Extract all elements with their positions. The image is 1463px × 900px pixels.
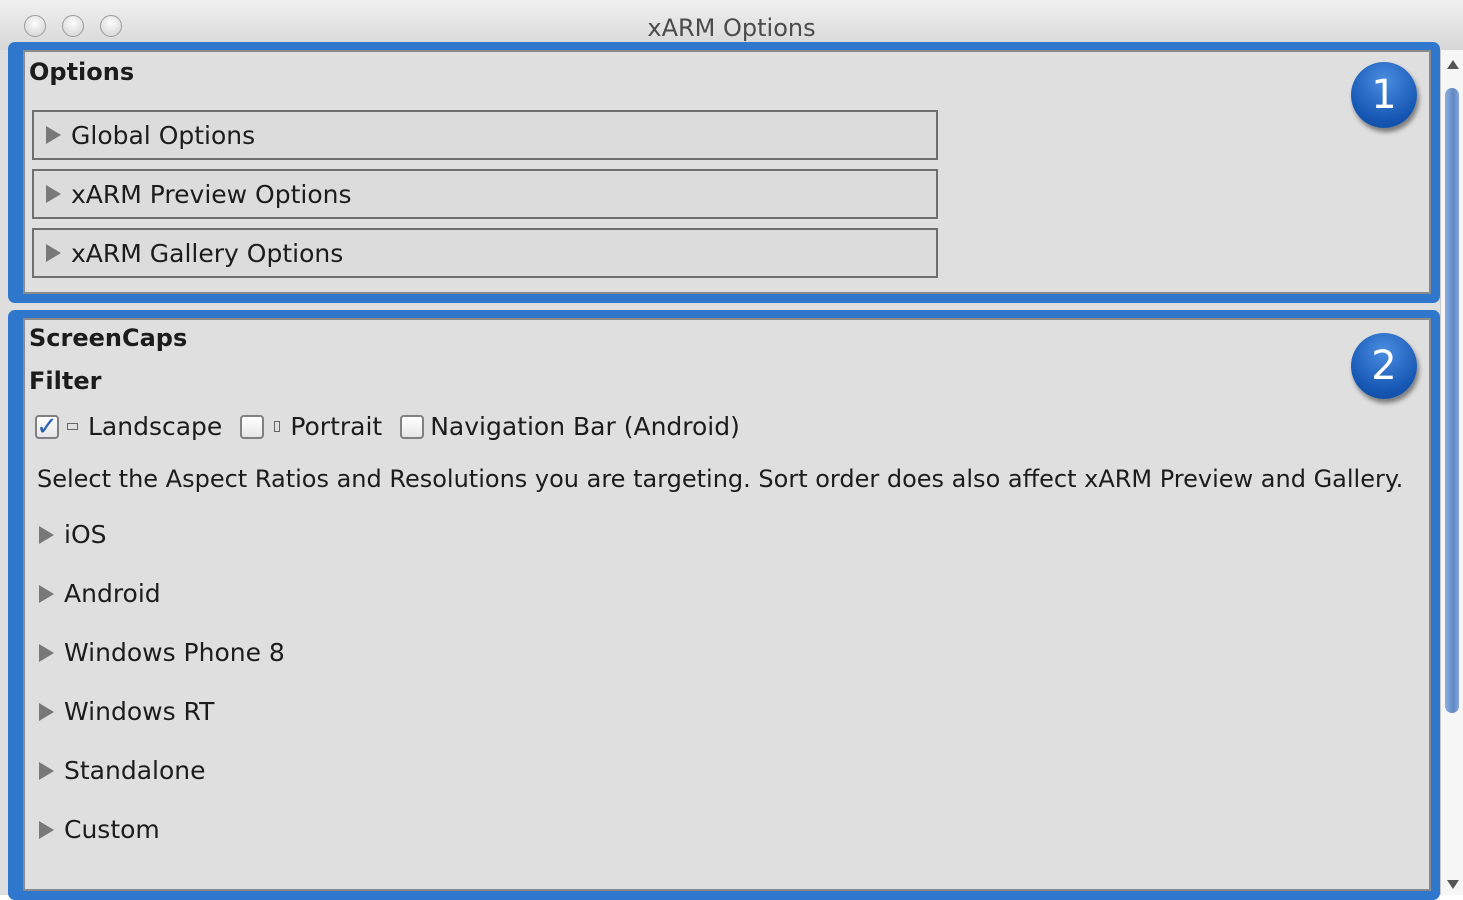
expand-triangle-icon: [46, 126, 61, 144]
platform-foldout-windows-phone-8[interactable]: Windows Phone 8: [39, 638, 285, 667]
options-section-highlight: Options Global Options xARM Preview Opti…: [8, 42, 1440, 303]
scrollbar-thumb[interactable]: [1445, 88, 1459, 713]
platform-label: Custom: [64, 815, 160, 844]
filter-label: Filter: [29, 367, 102, 395]
platform-foldout-android[interactable]: Android: [39, 579, 161, 608]
platform-foldout-windows-rt[interactable]: Windows RT: [39, 697, 214, 726]
foldout-label: xARM Preview Options: [71, 179, 352, 209]
options-panel: Options Global Options xARM Preview Opti…: [23, 50, 1431, 294]
vertical-scrollbar[interactable]: [1440, 50, 1463, 895]
landscape-icon: [67, 423, 78, 430]
expand-triangle-icon: [39, 584, 54, 603]
landscape-label: Landscape: [88, 412, 223, 441]
portrait-label: Portrait: [290, 412, 383, 441]
expand-triangle-icon: [39, 525, 54, 544]
targeting-description: Select the Aspect Ratios and Resolutions…: [37, 465, 1404, 493]
expand-triangle-icon: [46, 244, 61, 262]
platform-foldout-ios[interactable]: iOS: [39, 520, 107, 549]
callout-badge-2: 2: [1351, 333, 1417, 399]
screencaps-section-highlight: ScreenCaps Filter ✓ Landscape Portrait N…: [8, 310, 1440, 900]
expand-triangle-icon: [39, 702, 54, 721]
window-title: xARM Options: [647, 14, 816, 42]
scroll-down-arrow-icon[interactable]: [1447, 880, 1459, 889]
expand-triangle-icon: [39, 820, 54, 839]
callout-badge-1: 1: [1351, 62, 1417, 128]
platform-label: iOS: [64, 520, 107, 549]
screencaps-panel: ScreenCaps Filter ✓ Landscape Portrait N…: [23, 318, 1431, 891]
expand-triangle-icon: [39, 643, 54, 662]
foldout-xarm-gallery-options[interactable]: xARM Gallery Options: [32, 228, 938, 278]
foldout-label: xARM Gallery Options: [71, 238, 344, 268]
platform-label: Android: [64, 579, 161, 608]
filter-row: ✓ Landscape Portrait Navigation Bar (And…: [35, 412, 740, 441]
foldout-label: Global Options: [71, 120, 256, 150]
platform-label: Windows RT: [64, 697, 215, 726]
portrait-icon: [274, 421, 281, 432]
navigation-bar-label: Navigation Bar (Android): [430, 412, 740, 441]
platform-foldout-custom[interactable]: Custom: [39, 815, 160, 844]
window-content: Options Global Options xARM Preview Opti…: [0, 42, 1463, 900]
screencaps-title: ScreenCaps: [29, 324, 188, 352]
landscape-checkbox[interactable]: ✓: [35, 414, 59, 440]
navigation-bar-checkbox[interactable]: [400, 414, 425, 439]
platform-label: Windows Phone 8: [64, 638, 285, 667]
options-title: Options: [29, 58, 135, 86]
foldout-xarm-preview-options[interactable]: xARM Preview Options: [32, 169, 938, 219]
scroll-up-arrow-icon[interactable]: [1447, 60, 1459, 69]
expand-triangle-icon: [46, 185, 61, 203]
portrait-checkbox[interactable]: [240, 414, 265, 439]
platform-foldout-standalone[interactable]: Standalone: [39, 756, 206, 785]
platform-label: Standalone: [64, 756, 206, 785]
foldout-global-options[interactable]: Global Options: [32, 110, 938, 160]
expand-triangle-icon: [39, 761, 54, 780]
